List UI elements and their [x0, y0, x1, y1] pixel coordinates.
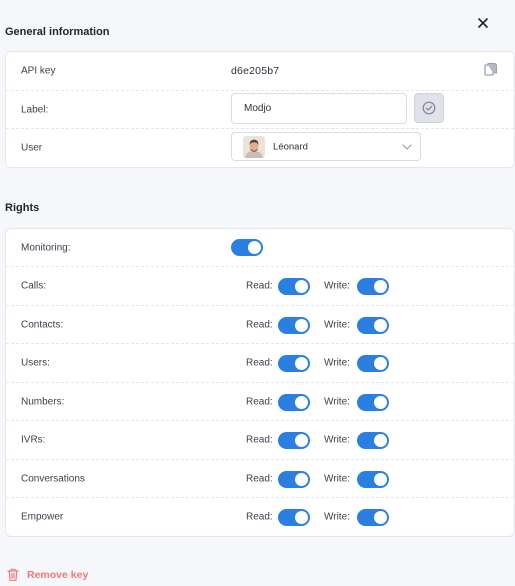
read-label: Read:: [246, 434, 273, 446]
ivrs-read-toggle[interactable]: [278, 432, 310, 449]
close-icon: [478, 18, 488, 28]
rights-row-conversations: Conversations Read: Write:: [6, 460, 514, 498]
label-input[interactable]: [231, 93, 407, 124]
read-label: Read:: [246, 280, 273, 292]
monitoring-toggle[interactable]: [231, 239, 263, 256]
api-key-value: d6e205b7: [231, 65, 280, 77]
rights-title: Rights: [5, 202, 40, 214]
calls-read-toggle[interactable]: [278, 278, 310, 295]
read-label: Read:: [246, 473, 273, 484]
calls-write-toggle[interactable]: [357, 278, 389, 295]
rights-row-label: Contacts:: [21, 319, 64, 330]
write-label: Write:: [324, 396, 350, 407]
rights-row-ivrs: IVRs: Read: Write:: [6, 421, 514, 460]
user-select[interactable]: Léonard: [231, 132, 421, 161]
empower-read-toggle[interactable]: [278, 509, 310, 526]
api-key-label: API key: [21, 65, 56, 77]
chevron-down-icon: [402, 144, 412, 150]
rights-row-label: Numbers:: [21, 396, 65, 407]
contacts-read-toggle[interactable]: [278, 317, 310, 334]
rights-row-label: Calls:: [21, 280, 47, 292]
rights-row-users: Users: Read: Write:: [6, 344, 514, 383]
rights-card: Monitoring: Calls: Read: Write: Contacts…: [5, 228, 515, 537]
write-label: Write:: [324, 319, 350, 330]
user-name: Léonard: [273, 141, 308, 152]
remove-key-button[interactable]: Remove key: [6, 567, 88, 582]
rights-row-numbers: Numbers: Read: Write:: [6, 383, 514, 421]
read-label: Read:: [246, 319, 273, 330]
write-label: Write:: [324, 511, 350, 523]
read-label: Read:: [246, 511, 273, 523]
users-write-toggle[interactable]: [357, 355, 389, 372]
rights-row-label: Users:: [21, 357, 50, 369]
confirm-label-button[interactable]: [414, 93, 444, 123]
conversations-read-toggle[interactable]: [278, 471, 310, 488]
read-label: Read:: [246, 396, 273, 407]
general-information-card: API key d6e205b7 Label: User: [5, 51, 515, 168]
conversations-write-toggle[interactable]: [357, 471, 389, 488]
write-label: Write:: [324, 434, 350, 446]
contacts-write-toggle[interactable]: [357, 317, 389, 334]
general-information-title: General information: [5, 26, 110, 38]
numbers-read-toggle[interactable]: [278, 394, 310, 411]
avatar: [243, 136, 265, 158]
rights-row-contacts: Contacts: Read: Write:: [6, 306, 514, 344]
close-button[interactable]: [474, 14, 492, 32]
write-label: Write:: [324, 280, 350, 292]
label-field-label: Label:: [21, 104, 49, 115]
rights-row-label: Empower: [21, 511, 64, 523]
user-field-label: User: [21, 142, 43, 154]
read-label: Read:: [246, 357, 273, 369]
monitoring-label: Monitoring:: [21, 242, 71, 253]
write-label: Write:: [324, 357, 350, 369]
numbers-write-toggle[interactable]: [357, 394, 389, 411]
rights-row-label: Conversations: [21, 473, 85, 484]
monitoring-row: Monitoring:: [6, 229, 514, 267]
write-label: Write:: [324, 473, 350, 484]
ivrs-write-toggle[interactable]: [357, 432, 389, 449]
rights-row-empower: Empower Read: Write:: [6, 498, 514, 536]
label-row: Label:: [6, 91, 514, 129]
empower-write-toggle[interactable]: [357, 509, 389, 526]
check-circle-icon: [422, 101, 436, 115]
rights-row-calls: Calls: Read: Write:: [6, 267, 514, 306]
user-row: User Léonard: [6, 129, 514, 167]
rights-row-label: IVRs:: [21, 434, 46, 446]
api-key-row: API key d6e205b7: [6, 52, 514, 91]
copy-icon[interactable]: [484, 62, 498, 80]
trash-icon: [7, 568, 19, 581]
users-read-toggle[interactable]: [278, 355, 310, 372]
remove-key-label: Remove key: [27, 568, 89, 581]
